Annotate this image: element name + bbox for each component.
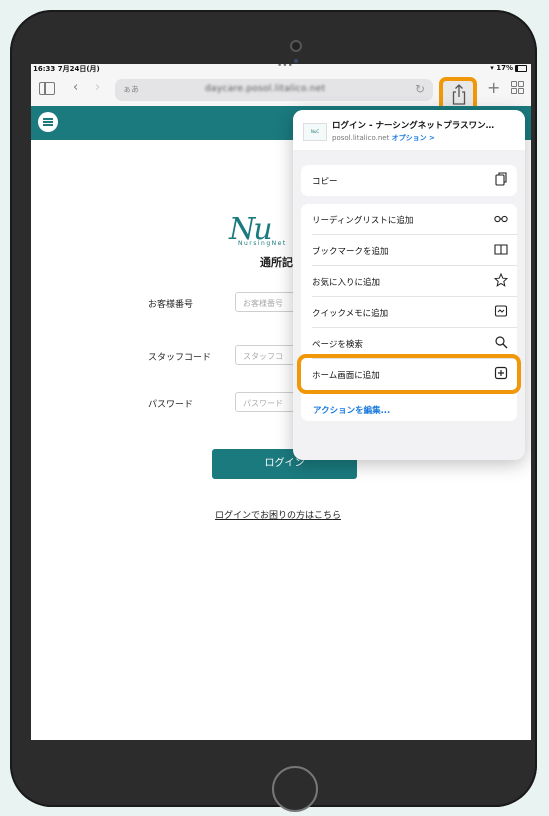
staff-code-label: スタッフコード	[148, 353, 212, 363]
multitask-dots[interactable]: •••	[277, 64, 293, 71]
shared-page-title: ログイン - ナーシングネットプラスワン…	[332, 121, 495, 131]
sidebar-icon[interactable]	[39, 82, 55, 95]
copy-action[interactable]: コピー	[301, 165, 517, 196]
action-label: ページを検索	[312, 340, 363, 350]
safari-toolbar: ‹ › ぁあ daycare.posol.litalico.net ↻ +	[31, 74, 531, 115]
share-sheet-header: NuC ログイン - ナーシングネットプラスワン… posol.litalico…	[293, 110, 525, 150]
back-icon[interactable]: ‹	[73, 80, 78, 95]
glasses-icon	[494, 215, 508, 223]
menu-icon[interactable]	[38, 112, 58, 132]
battery-percent: 17%	[496, 64, 513, 72]
home-button[interactable]	[272, 766, 318, 812]
tabs-overview-icon[interactable]	[511, 81, 524, 94]
action-label: リーディングリストに追加	[312, 216, 414, 226]
copy-label: コピー	[312, 177, 338, 187]
customer-number-label: お客様番号	[148, 300, 194, 310]
page-host: posol.litalico.net	[332, 134, 390, 142]
add-quick-note-action[interactable]: クイックメモに追加	[301, 297, 517, 328]
edit-actions-link[interactable]: アクションを編集...	[313, 404, 390, 416]
options-link[interactable]: オプション >	[392, 134, 435, 142]
action-label: クイックメモに追加	[312, 309, 389, 319]
add-bookmark-action[interactable]: ブックマークを追加	[301, 235, 517, 266]
battery-icon	[515, 64, 527, 72]
star-icon	[494, 273, 508, 287]
status-time: 16:33 7月24日(月)	[33, 65, 100, 73]
add-favorites-action[interactable]: お気に入りに追加	[301, 266, 517, 297]
site-logo-subtitle: NursingNet	[238, 240, 287, 247]
copy-group: コピー	[301, 165, 517, 196]
search-icon	[495, 336, 508, 349]
share-icon	[452, 84, 466, 105]
shared-page-host: posol.litalico.net オプション >	[332, 133, 435, 143]
status-bar: 16:33 7月24日(月) ••• ▾ 17%	[31, 64, 531, 74]
add-reading-list-action[interactable]: リーディングリストに追加	[301, 204, 517, 235]
screen: 16:33 7月24日(月) ••• ▾ 17% ‹ › ぁあ daycare.…	[31, 64, 531, 740]
camera-sensor	[294, 59, 298, 63]
password-label: パスワード	[148, 400, 194, 410]
action-label: お気に入りに追加	[312, 278, 381, 288]
page-thumbnail: NuC	[303, 123, 327, 141]
url-text: daycare.posol.litalico.net	[205, 84, 326, 94]
battery-indicator: ▾ 17%	[490, 64, 527, 72]
new-tab-icon[interactable]: +	[487, 78, 500, 97]
address-bar[interactable]: ぁあ daycare.posol.litalico.net ↻	[115, 79, 433, 101]
page-title: 通所記	[260, 256, 293, 269]
forward-icon[interactable]: ›	[95, 80, 100, 95]
highlight-annotation	[297, 354, 521, 394]
book-icon	[494, 244, 508, 255]
reload-icon[interactable]: ↻	[415, 82, 425, 96]
copy-icon	[495, 172, 507, 186]
share-sheet: NuC ログイン - ナーシングネットプラスワン… posol.litalico…	[293, 110, 525, 460]
text-size-button[interactable]: ぁあ	[123, 84, 139, 95]
login-help-link[interactable]: ログインでお困りの方はこちら	[215, 508, 341, 521]
action-label: ブックマークを追加	[312, 247, 389, 257]
quick-note-icon	[494, 305, 508, 317]
front-camera	[290, 40, 302, 52]
